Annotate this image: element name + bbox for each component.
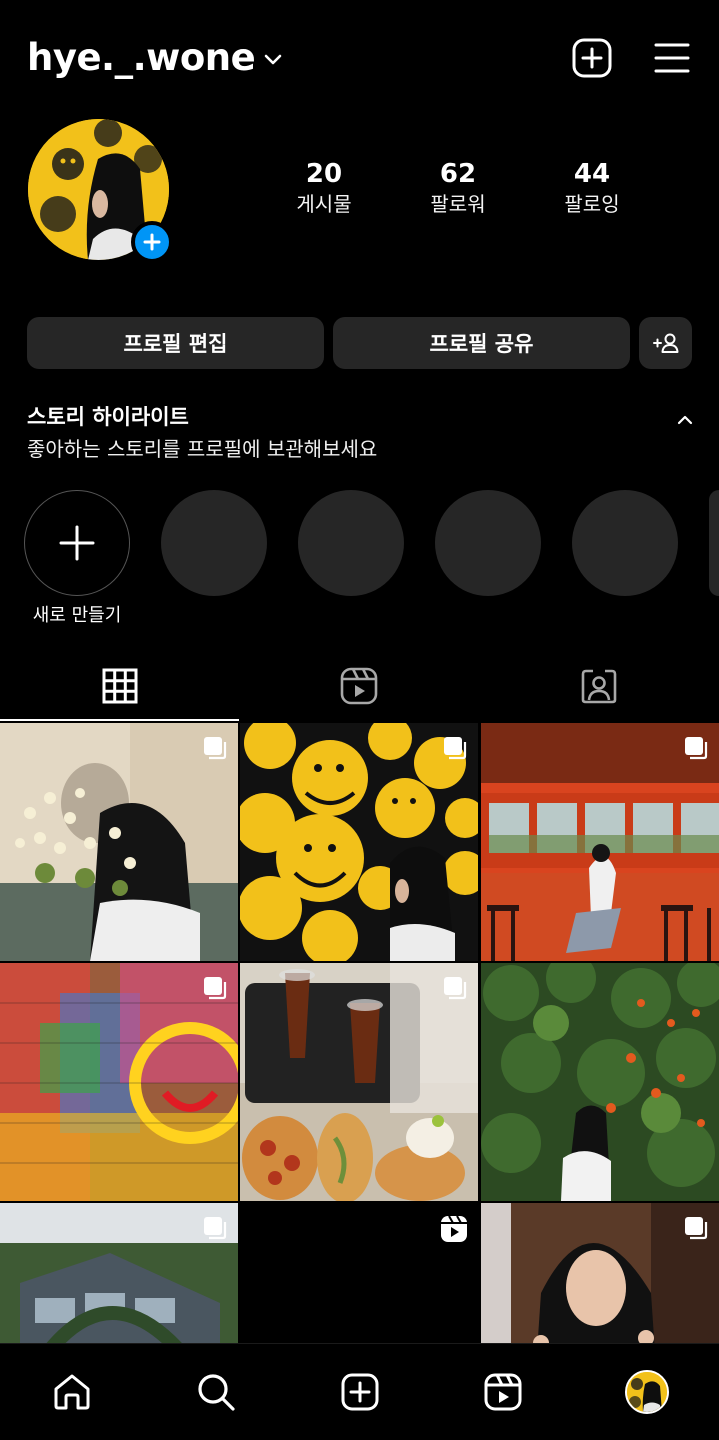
- multi-photo-icon: [204, 737, 227, 760]
- highlight-placeholder: [298, 490, 404, 596]
- chevron-up-icon[interactable]: [676, 414, 694, 426]
- multi-photo-icon: [204, 1217, 227, 1240]
- following-label: 팔로잉: [564, 192, 620, 216]
- nav-home[interactable]: [42, 1364, 102, 1420]
- nav-create[interactable]: [330, 1364, 390, 1420]
- multi-photo-icon: [685, 737, 708, 760]
- account-switcher[interactable]: hye._.wone: [27, 36, 283, 79]
- reel-icon: [441, 1215, 467, 1242]
- nav-search[interactable]: [186, 1364, 246, 1420]
- post-tile[interactable]: [240, 1203, 478, 1343]
- reels-icon: [340, 667, 378, 705]
- highlights-subtitle: 좋아하는 스토리를 프로필에 보관해보세요: [27, 437, 378, 461]
- highlights-title: 스토리 하이라이트: [27, 405, 189, 429]
- posts-count: 20: [305, 159, 343, 189]
- profile-tabs: [0, 650, 719, 722]
- post-tile[interactable]: [240, 963, 478, 1201]
- post-grid: [0, 723, 719, 1343]
- share-profile-button[interactable]: 프로필 공유: [333, 317, 630, 369]
- post-tile[interactable]: [481, 1203, 719, 1343]
- reels-icon: [484, 1373, 522, 1411]
- grid-icon: [102, 668, 138, 704]
- highlight-placeholder: [161, 490, 267, 596]
- home-icon: [54, 1374, 90, 1410]
- active-tab-indicator: [0, 719, 239, 721]
- username[interactable]: hye._.wone: [27, 36, 256, 79]
- add-story-button[interactable]: [131, 221, 173, 263]
- multi-photo-icon: [685, 1217, 708, 1240]
- tab-posts-grid[interactable]: [0, 650, 240, 722]
- top-bar: hye._.wone: [0, 0, 719, 118]
- following-stat[interactable]: 44 팔로잉: [532, 157, 652, 217]
- edit-profile-button[interactable]: 프로필 편집: [27, 317, 324, 369]
- plus-square-icon[interactable]: [572, 38, 612, 78]
- new-highlight-button[interactable]: [24, 490, 130, 596]
- tagged-icon: [581, 669, 617, 704]
- multi-photo-icon: [444, 737, 467, 760]
- followers-stat[interactable]: 62 팔로워: [398, 157, 518, 217]
- menu-icon[interactable]: [654, 42, 690, 74]
- plus-icon: [143, 233, 161, 251]
- nav-reels[interactable]: [473, 1364, 533, 1420]
- highlight-placeholder: [709, 490, 719, 596]
- tab-reels[interactable]: [239, 650, 479, 722]
- post-tile[interactable]: [0, 963, 238, 1201]
- following-count: 44: [573, 159, 611, 189]
- post-tile[interactable]: [240, 723, 478, 961]
- multi-photo-icon: [444, 977, 467, 1000]
- discover-people-button[interactable]: [639, 317, 692, 369]
- search-icon: [198, 1374, 235, 1411]
- followers-count: 62: [439, 159, 477, 189]
- highlight-placeholder: [572, 490, 678, 596]
- bottom-navigation: [0, 1343, 719, 1440]
- followers-label: 팔로워: [430, 192, 486, 216]
- post-tile[interactable]: [481, 723, 719, 961]
- chevron-down-icon[interactable]: [263, 52, 283, 66]
- post-tile[interactable]: [481, 963, 719, 1201]
- plus-icon: [59, 525, 95, 561]
- add-person-icon: [652, 333, 678, 353]
- profile-avatar: [625, 1370, 669, 1414]
- nav-profile[interactable]: [617, 1364, 677, 1420]
- tab-tagged[interactable]: [479, 650, 719, 722]
- new-highlight-label: 새로 만들기: [32, 605, 122, 626]
- create-icon: [341, 1373, 379, 1411]
- multi-photo-icon: [204, 977, 227, 1000]
- post-tile[interactable]: [0, 1203, 238, 1343]
- post-tile[interactable]: [0, 723, 238, 961]
- posts-stat[interactable]: 20 게시물: [264, 157, 384, 217]
- posts-label: 게시물: [296, 192, 352, 216]
- highlight-placeholder: [435, 490, 541, 596]
